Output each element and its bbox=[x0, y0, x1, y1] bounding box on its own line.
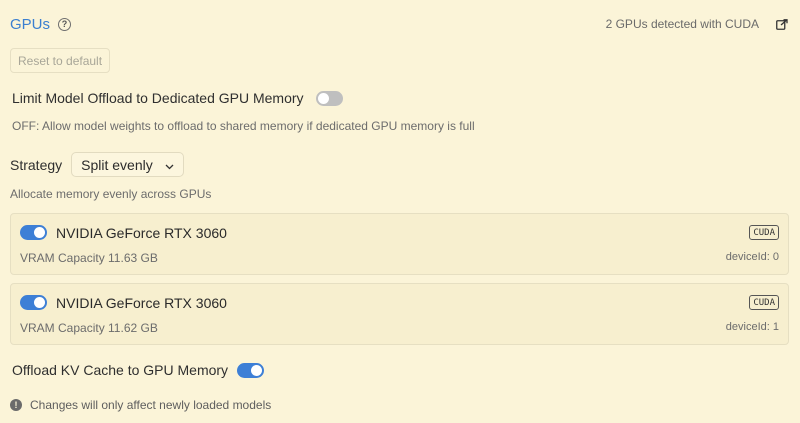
strategy-hint: Allocate memory evenly across GPUs bbox=[10, 187, 212, 201]
gpu-name: NVIDIA GeForce RTX 3060 bbox=[56, 225, 227, 241]
popout-icon[interactable] bbox=[775, 18, 788, 31]
limit-offload-toggle[interactable] bbox=[315, 90, 343, 106]
gpu-card: NVIDIA GeForce RTX 3060 VRAM Capacity 11… bbox=[10, 283, 789, 345]
gpu-enable-toggle[interactable] bbox=[20, 225, 47, 240]
limit-offload-label: Limit Model Offload to Dedicated GPU Mem… bbox=[12, 90, 304, 106]
chevron-down-icon bbox=[165, 157, 174, 173]
help-icon[interactable]: ? bbox=[58, 17, 72, 31]
limit-offload-hint: OFF: Allow model weights to offload to s… bbox=[12, 119, 475, 133]
strategy-label: Strategy bbox=[10, 156, 63, 173]
gpu-vram-capacity: VRAM Capacity 11.63 GB bbox=[20, 251, 158, 265]
reset-to-default-button[interactable]: Reset to default bbox=[10, 48, 111, 73]
alert-icon: ! bbox=[10, 399, 22, 411]
gpu-settings-panel: GPUs ? 2 GPUs detected with CUDA Reset t… bbox=[0, 0, 800, 423]
cuda-badge: CUDA bbox=[749, 225, 779, 240]
strategy-row: Strategy Split evenly bbox=[10, 152, 184, 177]
gpus-detected-text: 2 GPUs detected with CUDA bbox=[605, 17, 759, 31]
section-title: GPUs bbox=[10, 15, 51, 33]
footer-note: ! Changes will only affect newly loaded … bbox=[10, 398, 271, 412]
kv-cache-label: Offload KV Cache to GPU Memory bbox=[12, 362, 229, 378]
kv-cache-row: Offload KV Cache to GPU Memory bbox=[12, 362, 265, 378]
gpu-card: NVIDIA GeForce RTX 3060 VRAM Capacity 11… bbox=[10, 213, 789, 275]
section-header: GPUs ? 2 GPUs detected with CUDA bbox=[10, 12, 788, 36]
gpu-device-id: deviceId: 0 bbox=[725, 251, 779, 263]
gpu-name: NVIDIA GeForce RTX 3060 bbox=[56, 295, 227, 311]
kv-cache-toggle[interactable] bbox=[237, 362, 265, 378]
gpu-device-id: deviceId: 1 bbox=[725, 321, 779, 333]
footer-note-text: Changes will only affect newly loaded mo… bbox=[30, 398, 272, 412]
gpu-vram-capacity: VRAM Capacity 11.62 GB bbox=[20, 321, 158, 335]
gpu-enable-toggle[interactable] bbox=[20, 295, 47, 310]
limit-offload-row: Limit Model Offload to Dedicated GPU Mem… bbox=[12, 90, 343, 106]
strategy-select[interactable]: Split evenly bbox=[71, 152, 184, 177]
strategy-selected-value: Split evenly bbox=[81, 156, 153, 173]
cuda-badge: CUDA bbox=[749, 295, 779, 310]
